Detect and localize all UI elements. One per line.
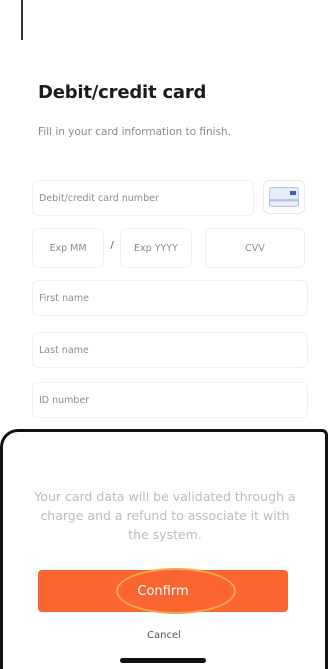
exp-month-placeholder: Exp MM	[49, 242, 87, 254]
exp-year-placeholder: Exp YYYY	[134, 242, 178, 254]
validation-message: Your card data will be validated through…	[34, 489, 296, 542]
cvv-placeholder: CVV	[245, 242, 265, 254]
credit-card-icon	[269, 187, 299, 207]
cancel-button[interactable]: Cancel	[0, 630, 328, 641]
card-number-placeholder: Debit/credit card number	[39, 192, 159, 204]
id-number-placeholder: ID number	[39, 394, 90, 406]
last-name-field[interactable]: Last name	[32, 332, 308, 368]
first-name-placeholder: First name	[39, 292, 89, 304]
card-type-indicator	[263, 180, 305, 214]
last-name-placeholder: Last name	[39, 344, 89, 356]
confirm-label: Confirm	[137, 583, 189, 599]
exp-month-field[interactable]: Exp MM	[32, 228, 104, 268]
confirm-button[interactable]: Confirm	[38, 570, 288, 612]
window-edge	[21, 0, 23, 40]
page-subtitle: Fill in your card information to finish.	[38, 126, 232, 138]
id-number-field[interactable]: ID number	[32, 382, 308, 418]
first-name-field[interactable]: First name	[32, 280, 308, 316]
home-indicator	[120, 658, 206, 663]
page-title: Debit/credit card	[38, 82, 207, 103]
card-number-field[interactable]: Debit/credit card number	[32, 180, 254, 216]
exp-separator: /	[110, 240, 114, 251]
exp-year-field[interactable]: Exp YYYY	[120, 228, 192, 268]
cvv-field[interactable]: CVV	[205, 228, 305, 268]
